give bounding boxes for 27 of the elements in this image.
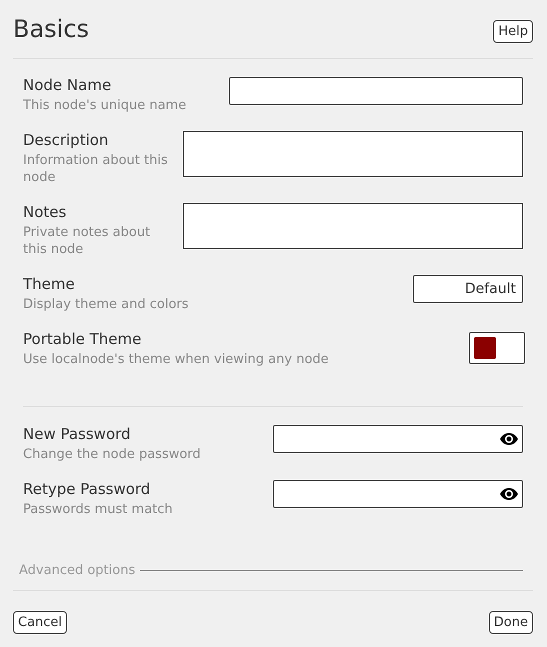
field-label: Node Name xyxy=(23,76,112,94)
field-description: Display theme and colors xyxy=(23,296,189,313)
theme-select[interactable]: Default xyxy=(413,275,523,303)
password-field[interactable] xyxy=(273,480,523,508)
text-area[interactable] xyxy=(183,203,523,249)
text-field[interactable] xyxy=(229,77,523,105)
field-label: Portable Theme xyxy=(23,330,142,348)
dialog-title: Basics xyxy=(13,15,90,43)
help-button[interactable]: Help xyxy=(493,20,533,42)
field-description: Use localnode's theme when viewing any node xyxy=(23,351,329,368)
field-label: Description xyxy=(23,131,110,149)
field-label: Retype Password xyxy=(23,480,152,498)
field-description: Passwords must match xyxy=(23,501,173,518)
toggle-switch[interactable] xyxy=(469,332,525,364)
cancel-button[interactable]: Cancel xyxy=(13,611,68,634)
eye-icon[interactable] xyxy=(500,488,518,500)
field-description: Private notes about this node xyxy=(23,224,152,258)
field-label: New Password xyxy=(23,425,132,443)
field-description: Change the node password xyxy=(23,446,201,463)
field-description: Information about this node xyxy=(23,152,169,186)
password-field[interactable] xyxy=(273,425,523,453)
field-description: This node's unique name xyxy=(23,97,186,114)
field-label: Notes xyxy=(23,203,68,221)
text-area[interactable] xyxy=(183,131,523,177)
eye-icon[interactable] xyxy=(500,433,518,445)
done-button[interactable]: Done xyxy=(488,611,533,634)
field-label: Theme xyxy=(23,275,76,293)
